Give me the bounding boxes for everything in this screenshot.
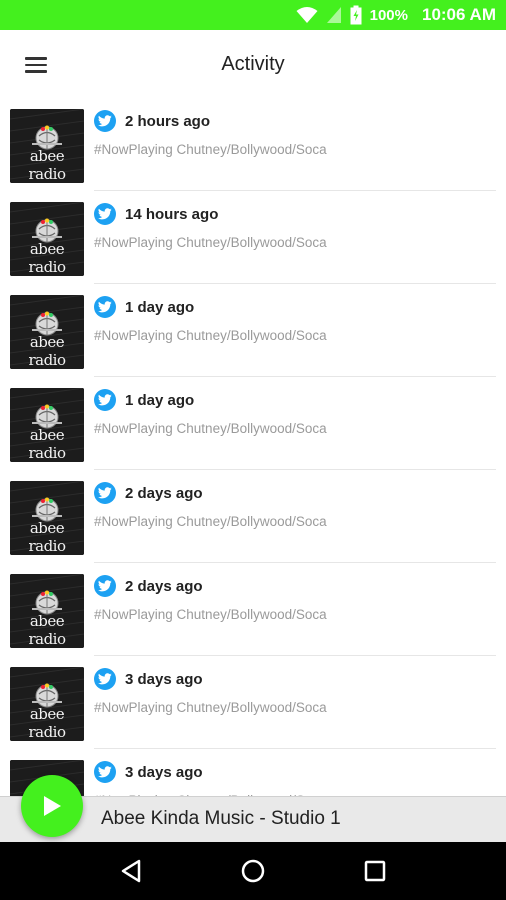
list-item[interactable]: abee radio 2 days ago #NowPlaying Chutne…	[0, 563, 506, 656]
list-item[interactable]: abee radio 3 days ago #NowPlaying Chutne…	[0, 656, 506, 749]
station-logo: abee radio	[10, 109, 84, 183]
twitter-icon	[94, 203, 116, 225]
list-item[interactable]: abee radio 2 hours ago #NowPlaying Chutn…	[0, 98, 506, 191]
station-logo: abee radio	[10, 481, 84, 555]
post-text: #NowPlaying Chutney/Bollywood/Soca	[94, 235, 327, 250]
station-logo-text: abee radio	[28, 612, 66, 648]
battery-icon	[350, 5, 362, 25]
station-logo: abee radio	[10, 388, 84, 462]
list-item[interactable]: abee radio 14 hours ago #NowPlaying Chut…	[0, 191, 506, 284]
station-logo-text: abee radio	[28, 240, 66, 276]
list-item[interactable]: abee radio 1 day ago #NowPlaying Chutney…	[0, 284, 506, 377]
page-title: Activity	[221, 52, 285, 75]
post-time: 1 day ago	[125, 299, 195, 316]
post-text: #NowPlaying Chutney/Bollywood/Soca	[94, 328, 327, 343]
station-logo: abee radio	[10, 202, 84, 276]
player-station-title: Abee Kinda Music - Studio 1	[101, 808, 341, 829]
twitter-icon	[94, 761, 116, 783]
post-time: 2 days ago	[125, 578, 203, 595]
post-text: #NowPlaying Chutney/Bollywood/Soca	[94, 142, 327, 157]
post-text: #NowPlaying Chutney/Bollywood/Soca	[94, 514, 327, 529]
list-item[interactable]: abee radio 1 day ago #NowPlaying Chutney…	[0, 377, 506, 470]
station-logo: abee radio	[10, 667, 84, 741]
hamburger-menu-icon[interactable]	[14, 50, 58, 80]
activity-feed[interactable]: abee radio 2 hours ago #NowPlaying Chutn…	[0, 98, 506, 798]
battery-percent: 100%	[369, 6, 408, 24]
play-icon	[44, 796, 61, 816]
twitter-icon	[94, 110, 116, 132]
wifi-icon	[296, 6, 318, 24]
post-text: #NowPlaying Chutney/Bollywood/Soca	[94, 421, 327, 436]
post-time: 1 day ago	[125, 392, 195, 409]
station-logo-text: abee radio	[28, 147, 66, 183]
status-time: 10:06 AM	[421, 5, 496, 24]
system-nav-bar	[0, 842, 506, 900]
station-logo: abee radio	[10, 295, 84, 369]
post-time: 2 hours ago	[125, 113, 211, 130]
play-button[interactable]	[21, 775, 83, 837]
station-logo-text: abee radio	[28, 426, 66, 462]
list-item[interactable]: abee radio 2 days ago #NowPlaying Chutne…	[0, 470, 506, 563]
home-icon[interactable]	[233, 851, 273, 891]
post-time: 14 hours ago	[125, 206, 219, 223]
twitter-icon	[94, 575, 116, 597]
post-time: 2 days ago	[125, 485, 203, 502]
post-text: #NowPlaying Chutney/Bollywood/Soca	[94, 700, 327, 715]
app-bar: Activity	[0, 30, 506, 98]
station-logo-text: abee radio	[28, 705, 66, 741]
post-text: #NowPlaying Chutney/Bollywood/Soca	[94, 607, 327, 622]
post-time: 3 days ago	[125, 764, 203, 781]
station-logo-text: abee radio	[28, 519, 66, 555]
twitter-icon	[94, 668, 116, 690]
twitter-icon	[94, 389, 116, 411]
twitter-icon	[94, 482, 116, 504]
back-icon[interactable]	[111, 851, 151, 891]
station-logo: abee radio	[10, 574, 84, 648]
status-bar: 100% 10:06 AM	[0, 0, 506, 30]
recents-icon[interactable]	[355, 851, 395, 891]
signal-icon	[326, 6, 342, 24]
station-logo-text: abee radio	[28, 333, 66, 369]
twitter-icon	[94, 296, 116, 318]
post-time: 3 days ago	[125, 671, 203, 688]
